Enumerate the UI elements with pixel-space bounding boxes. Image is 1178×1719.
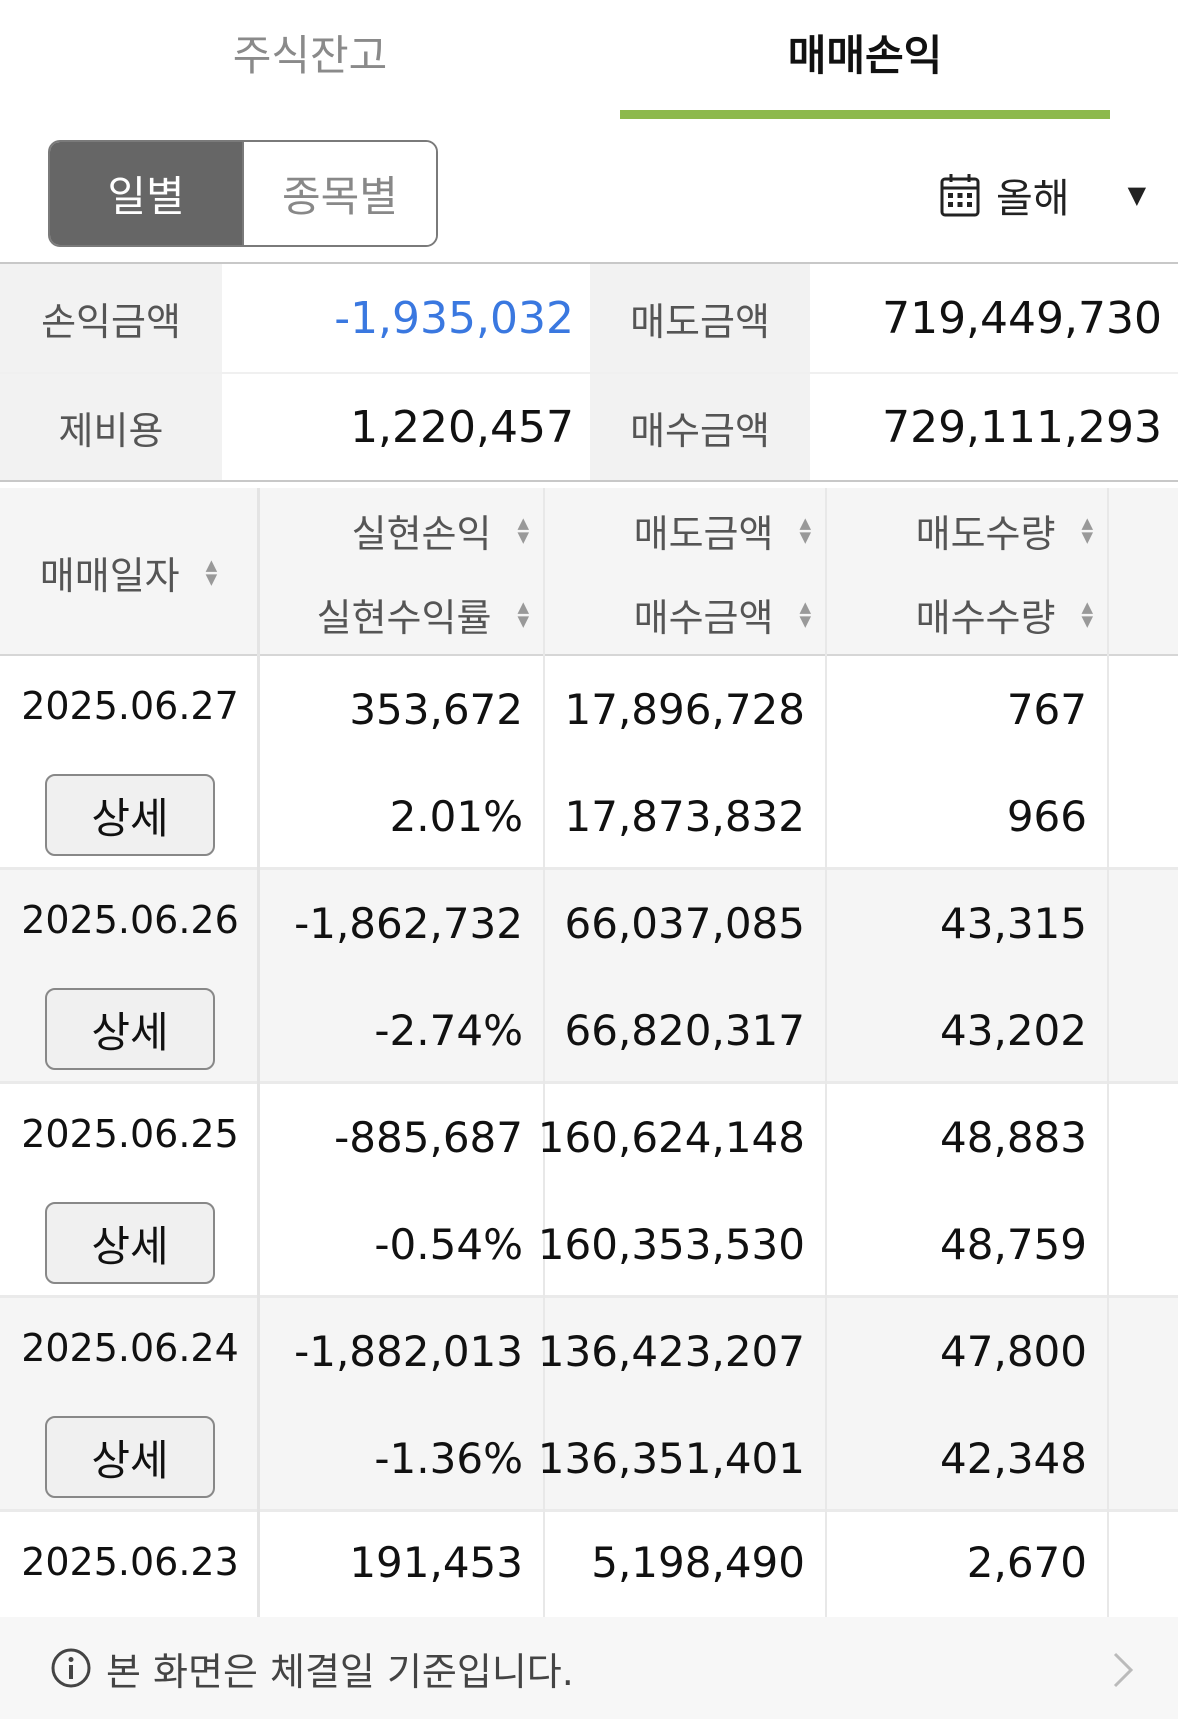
period-label: 올해	[996, 176, 1070, 222]
pnl-label: 손익금액	[0, 264, 222, 372]
chevron-right-icon	[1113, 1652, 1134, 1688]
calendar-icon	[940, 174, 980, 217]
sell-amount-label: 매도금액	[590, 264, 810, 372]
buy-amount-value: 729,111,293	[810, 374, 1178, 480]
realized-rate: 2.01%	[389, 792, 523, 841]
sort-icon: ▲ ▼	[517, 514, 529, 546]
sort-icon: ▲ ▼	[799, 514, 811, 546]
footer-notice[interactable]: 본 화면은 체결일 기준입니다.	[0, 1617, 1178, 1719]
detail-button[interactable]: 상세	[45, 988, 215, 1070]
sell-qty: 47,800	[940, 1327, 1087, 1376]
row-date: 2025.06.25	[21, 1112, 239, 1156]
header-realized-rate[interactable]: 실현수익률 ▲ ▼	[263, 572, 543, 656]
detail-button[interactable]: 상세	[45, 1202, 215, 1284]
sell-amount: 66,037,085	[564, 899, 805, 948]
realized-pnl: 353,672	[349, 685, 523, 734]
top-tabs: 주식잔고 매매손익	[0, 0, 1178, 122]
row-date: 2025.06.26	[21, 898, 239, 942]
row-date: 2025.06.24	[21, 1326, 239, 1370]
header-sell-amount[interactable]: 매도금액 ▲ ▼	[545, 488, 825, 572]
sort-icon: ▲ ▼	[1081, 514, 1093, 546]
header-date-label: 매매일자	[39, 553, 180, 598]
header-date[interactable]: 매매일자 ▲ ▼	[0, 488, 260, 656]
segment-daily[interactable]: 일별	[50, 142, 242, 245]
row-date: 2025.06.27	[21, 684, 239, 728]
fee-value: 1,220,457	[222, 374, 590, 480]
buy-qty: 48,759	[940, 1220, 1087, 1269]
sell-qty: 2,670	[966, 1537, 1087, 1587]
buy-amount: 66,820,317	[564, 1006, 805, 1055]
buy-amount: 136,351,401	[537, 1434, 805, 1483]
summary-table: 손익금액 -1,935,032 매도금액 719,449,730 제비용 1,2…	[0, 262, 1178, 482]
caret-down-icon: ▼	[1127, 181, 1147, 209]
period-selector[interactable]: 올해 ▼	[940, 160, 1160, 230]
header-amount-col: 매도금액 ▲ ▼ 매수금액 ▲ ▼	[545, 488, 827, 656]
view-segment-control: 일별 종목별	[48, 140, 438, 247]
fee-label: 제비용	[0, 374, 222, 480]
sell-qty: 767	[1006, 685, 1087, 734]
segment-by-item[interactable]: 종목별	[242, 142, 436, 245]
header-buy-amount[interactable]: 매수금액 ▲ ▼	[545, 572, 825, 656]
pnl-value: -1,935,032	[222, 264, 590, 372]
sell-qty: 48,883	[940, 1113, 1087, 1162]
header-pnl-col: 실현손익 ▲ ▼ 실현수익률 ▲ ▼	[263, 488, 545, 656]
table-header: 매매일자 ▲ ▼ 실현손익 ▲ ▼ 실현수익률 ▲ ▼ 매도금액 ▲ ▼ 매수금액 ▲ ▼ 매도수…	[0, 488, 1178, 656]
header-buy-qty[interactable]: 매수수량 ▲ ▼	[827, 572, 1107, 656]
realized-pnl: -885,687	[334, 1113, 523, 1162]
header-sell-qty[interactable]: 매도수량 ▲ ▼	[827, 488, 1107, 572]
info-icon	[51, 1648, 91, 1688]
realized-rate: -1.36%	[374, 1434, 523, 1483]
sort-icon: ▲ ▼	[205, 556, 218, 588]
detail-button[interactable]: 상세	[45, 774, 215, 856]
footer-text: 본 화면은 체결일 기준입니다.	[106, 1649, 574, 1694]
realized-pnl: -1,882,013	[294, 1327, 523, 1376]
table-row: 2025.06.23 191,453 5,198,490 2,670	[0, 1512, 1178, 1617]
sort-icon: ▲ ▼	[517, 598, 529, 630]
sell-qty: 43,315	[940, 899, 1087, 948]
buy-amount: 160,353,530	[537, 1220, 805, 1269]
header-realized-pnl[interactable]: 실현손익 ▲ ▼	[263, 488, 543, 572]
table-row: 2025.06.25 상세 -885,687 -0.54% 160,624,14…	[0, 1084, 1178, 1298]
tab-stock-balance[interactable]: 주식잔고	[160, 22, 460, 83]
realized-rate: -0.54%	[374, 1220, 523, 1269]
sell-amount: 136,423,207	[537, 1327, 805, 1376]
row-date: 2025.06.23	[21, 1540, 239, 1584]
sell-amount: 5,198,490	[591, 1537, 805, 1587]
realized-pnl: -1,862,732	[294, 899, 523, 948]
table-row: 2025.06.26 상세 -1,862,732 -2.74% 66,037,0…	[0, 870, 1178, 1084]
buy-qty: 43,202	[940, 1006, 1087, 1055]
active-tab-indicator	[620, 110, 1110, 119]
header-qty-col: 매도수량 ▲ ▼ 매수수량 ▲ ▼	[827, 488, 1109, 656]
table-row: 2025.06.24 상세 -1,882,013 -1.36% 136,423,…	[0, 1298, 1178, 1512]
table-row: 2025.06.27 상세 353,672 2.01% 17,896,728 1…	[0, 656, 1178, 870]
detail-button[interactable]: 상세	[45, 1416, 215, 1498]
sell-amount: 17,896,728	[564, 685, 805, 734]
realized-pnl: 191,453	[349, 1537, 523, 1587]
buy-qty: 42,348	[940, 1434, 1087, 1483]
sell-amount-value: 719,449,730	[810, 264, 1178, 372]
sort-icon: ▲ ▼	[799, 598, 811, 630]
buy-amount: 17,873,832	[564, 792, 805, 841]
sell-amount: 160,624,148	[537, 1113, 805, 1162]
realized-rate: -2.74%	[374, 1006, 523, 1055]
buy-qty: 966	[1006, 792, 1087, 841]
sort-icon: ▲ ▼	[1081, 598, 1093, 630]
buy-amount-label: 매수금액	[590, 374, 810, 480]
tab-trade-pnl[interactable]: 매매손익	[620, 22, 1110, 83]
